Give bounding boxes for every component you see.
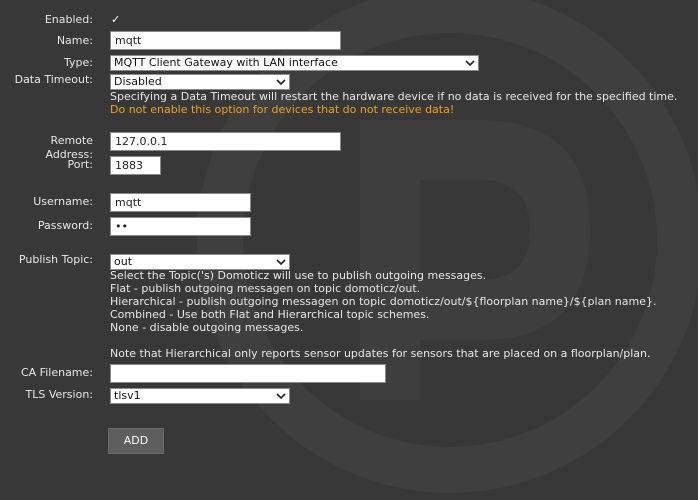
add-button[interactable]: ADD [108,428,164,454]
publish-topic-help-line: Hierarchical - publish outgoing messagen… [110,295,657,308]
publish-topic-select-value: out [114,255,133,268]
tls-version-label: TLS Version: [25,388,93,401]
chevron-down-icon [276,393,286,400]
publish-topic-note: Note that Hierarchical only reports sens… [110,347,651,360]
publish-topic-help-line: Flat - publish outgoing messagen on topi… [110,282,421,295]
publish-topic-help-line: Combined - Use both Flat and Hierarchica… [110,308,430,321]
remote-address-input[interactable] [110,132,341,151]
password-label: Password: [37,219,93,232]
port-label: Port: [67,158,93,171]
name-label: Name: [56,34,93,47]
publish-topic-label: Publish Topic: [18,253,93,266]
name-input[interactable] [110,31,341,50]
type-select-value: MQTT Client Gateway with LAN interface [114,56,338,69]
chevron-down-icon [465,60,475,67]
data-timeout-label: Data Timeout: [14,73,93,86]
data-timeout-select[interactable]: Disabled [110,74,290,90]
data-timeout-help: Specifying a Data Timeout will restart t… [110,90,678,103]
type-select[interactable]: MQTT Client Gateway with LAN interface [110,55,479,71]
publish-topic-select[interactable]: out [110,254,290,270]
enabled-label: Enabled: [44,13,93,26]
password-input[interactable] [110,217,251,236]
tls-version-select[interactable]: tlsv1 [110,388,290,404]
publish-topic-help-line: Select the Topic('s) Domoticz will use t… [110,269,487,282]
ca-filename-label: CA Filename: [20,366,93,379]
port-input[interactable] [110,156,161,175]
type-label: Type: [64,56,93,69]
tls-version-select-value: tlsv1 [114,389,141,402]
username-input[interactable] [110,193,251,212]
data-timeout-warning: Do not enable this option for devices th… [110,103,455,116]
publish-topic-help-line: None - disable outgoing messages. [110,321,304,334]
chevron-down-icon [276,79,286,86]
data-timeout-select-value: Disabled [114,75,162,88]
chevron-down-icon [276,259,286,266]
username-label: Username: [33,195,93,208]
ca-filename-input[interactable] [110,364,386,383]
enabled-checkbox[interactable]: ✓ [111,13,120,26]
